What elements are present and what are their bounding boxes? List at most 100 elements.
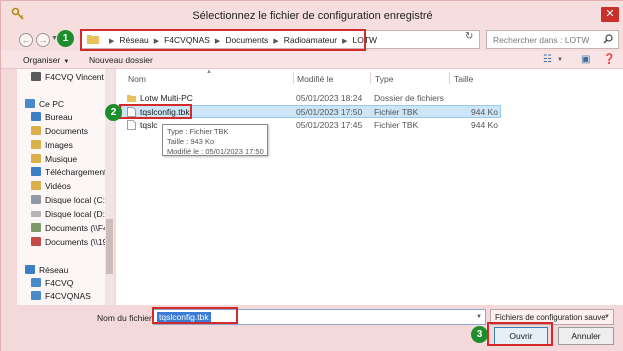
sidebar-item-label: F4CVQNAS	[45, 291, 91, 301]
navigation-pane: F4CVQ Vincent Ce PC Bureau Documents Ima…	[17, 69, 114, 305]
organize-button[interactable]: Organiser ▼	[23, 55, 69, 65]
column-header-name[interactable]: Nom	[128, 74, 146, 84]
chevron-down-icon[interactable]: ▼	[557, 57, 563, 63]
sidebar-item-desktop[interactable]: Bureau	[31, 112, 72, 124]
sidebar-item-drive-c[interactable]: Disque local (C:)	[31, 195, 108, 207]
file-modified: 05/01/2023 17:45	[296, 120, 363, 130]
help-icon[interactable]: ❓	[603, 54, 615, 65]
search-placeholder: Rechercher dans : LOTW	[493, 35, 590, 45]
sidebar-item-network-drive-1[interactable]: Documents (\\F4	[31, 223, 108, 235]
documents-icon	[31, 126, 41, 135]
forward-button[interactable]: →	[36, 33, 50, 47]
file-type: Fichier TBK	[374, 107, 419, 117]
search-input[interactable]: Rechercher dans : LOTW	[486, 30, 619, 49]
sidebar-item-network-drive-2[interactable]: Documents (\\19	[31, 237, 107, 249]
sidebar-item-label: Bureau	[45, 112, 73, 122]
file-size: 944 Ko	[471, 107, 498, 117]
sidebar-item-images[interactable]: Images	[31, 140, 73, 152]
column-divider[interactable]	[449, 72, 450, 84]
computer-icon	[25, 99, 35, 108]
column-header-size[interactable]: Taille	[454, 74, 473, 84]
sidebar-item-label: F4CVQ	[45, 278, 74, 288]
column-header-modified[interactable]: Modifié le	[297, 74, 333, 84]
file-icon	[127, 120, 136, 130]
file-name: tqslc	[140, 120, 158, 130]
sidebar-item-label: Disque local (C:)	[45, 195, 108, 205]
sidebar-item-drive-d[interactable]: Disque local (D:)	[31, 209, 108, 221]
sidebar-item-downloads[interactable]: Téléchargements	[31, 167, 111, 179]
close-button[interactable]: ✕	[601, 7, 619, 22]
file-size: 944 Ko	[471, 120, 498, 130]
desktop-icon	[31, 112, 41, 121]
videos-icon	[31, 181, 41, 190]
music-icon	[31, 154, 41, 163]
sidebar-item-label: Documents	[45, 126, 88, 136]
file-type: Fichier TBK	[374, 120, 419, 130]
sidebar-item-label: Ce PC	[39, 99, 65, 109]
computer-icon	[31, 291, 41, 300]
network-drive-icon	[31, 237, 41, 246]
filename-label: Nom du fichier :	[97, 313, 157, 323]
sidebar-item-label: Images	[45, 140, 73, 150]
file-open-dialog: Sélectionnez le fichier de configuration…	[0, 0, 623, 351]
chevron-down-icon[interactable]: ▼	[476, 314, 482, 320]
file-modified: 05/01/2023 18:24	[296, 93, 363, 103]
preview-pane-icon[interactable]: ▣	[581, 54, 590, 65]
column-divider[interactable]	[370, 72, 371, 84]
sidebar-item-f4cvq[interactable]: F4CVQ	[31, 278, 73, 290]
tooltip-size: Taille : 943 Ko	[167, 137, 215, 146]
sort-ascending-icon: ▲	[206, 69, 212, 75]
sidebar-item-label: Documents (\\F4	[45, 223, 108, 233]
refresh-icon[interactable]: ↻	[465, 31, 473, 42]
sidebar-item-this-pc[interactable]: Ce PC	[25, 99, 64, 111]
drive-icon	[31, 195, 41, 204]
sidebar-item-label: Vidéos	[45, 181, 71, 191]
sidebar-item-videos[interactable]: Vidéos	[31, 181, 71, 193]
downloads-icon	[31, 167, 41, 176]
sidebar-item-label: Réseau	[39, 265, 69, 275]
annotation-highlight-open	[487, 322, 553, 346]
back-button[interactable]: ←	[19, 33, 33, 47]
file-name: Lotw Multi-PC	[140, 93, 193, 103]
title-bar: Sélectionnez le fichier de configuration…	[1, 1, 623, 29]
sidebar-item-label: Disque local (D:)	[45, 209, 108, 219]
tooltip-modified: Modifié le : 05/01/2023 17:50	[167, 147, 264, 156]
command-bar: Organiser ▼ Nouveau dossier ☷ ▼ ▣ ❓	[1, 51, 623, 69]
user-icon	[31, 72, 41, 81]
cancel-button[interactable]: Annuler	[558, 327, 614, 345]
filetype-value: Fichiers de configuration sauve	[495, 313, 606, 322]
sidebar-item-f4cvqnas[interactable]: F4CVQNAS	[31, 291, 91, 303]
search-icon[interactable]	[603, 34, 613, 44]
file-list: ▲ Nom Modifié le Type Taille Lotw Multi-…	[116, 69, 623, 305]
folder-icon	[127, 95, 136, 102]
sidebar-item-user[interactable]: F4CVQ Vincent	[31, 72, 104, 84]
network-drive-icon	[31, 223, 41, 232]
file-tooltip: Type : Fichier TBK Taille : 943 Ko Modif…	[162, 124, 268, 156]
sidebar-item-label: Documents (\\19	[45, 237, 108, 247]
drive-icon	[31, 211, 41, 217]
column-divider[interactable]	[293, 72, 294, 84]
scrollbar-thumb[interactable]	[106, 219, 113, 274]
organize-label: Organiser	[23, 55, 61, 65]
sidebar-item-label: Musique	[45, 154, 78, 164]
column-header-type[interactable]: Type	[375, 74, 393, 84]
new-folder-button[interactable]: Nouveau dossier	[89, 55, 153, 65]
sidebar-item-music[interactable]: Musique	[31, 154, 77, 166]
sidebar-item-label: F4CVQ Vincent	[45, 72, 104, 82]
annotation-highlight-file	[119, 104, 192, 119]
annotation-highlight-address	[80, 29, 366, 51]
file-name-cell: tqslc	[127, 120, 157, 130]
step-badge-1: 1	[57, 30, 74, 47]
chevron-down-icon: ▼	[604, 314, 610, 320]
file-modified: 05/01/2023 17:50	[296, 107, 363, 117]
sidebar-item-documents[interactable]: Documents	[31, 126, 88, 138]
computer-icon	[31, 278, 41, 287]
view-options-icon[interactable]: ☷	[543, 54, 552, 65]
file-type: Dossier de fichiers	[374, 93, 444, 103]
tooltip-type: Type : Fichier TBK	[167, 127, 229, 136]
window-title: Sélectionnez le fichier de configuration…	[192, 10, 433, 22]
annotation-highlight-filename	[152, 307, 238, 324]
step-badge-3: 3	[471, 326, 488, 343]
sidebar-item-network[interactable]: Réseau	[25, 265, 68, 277]
network-icon	[25, 265, 35, 274]
